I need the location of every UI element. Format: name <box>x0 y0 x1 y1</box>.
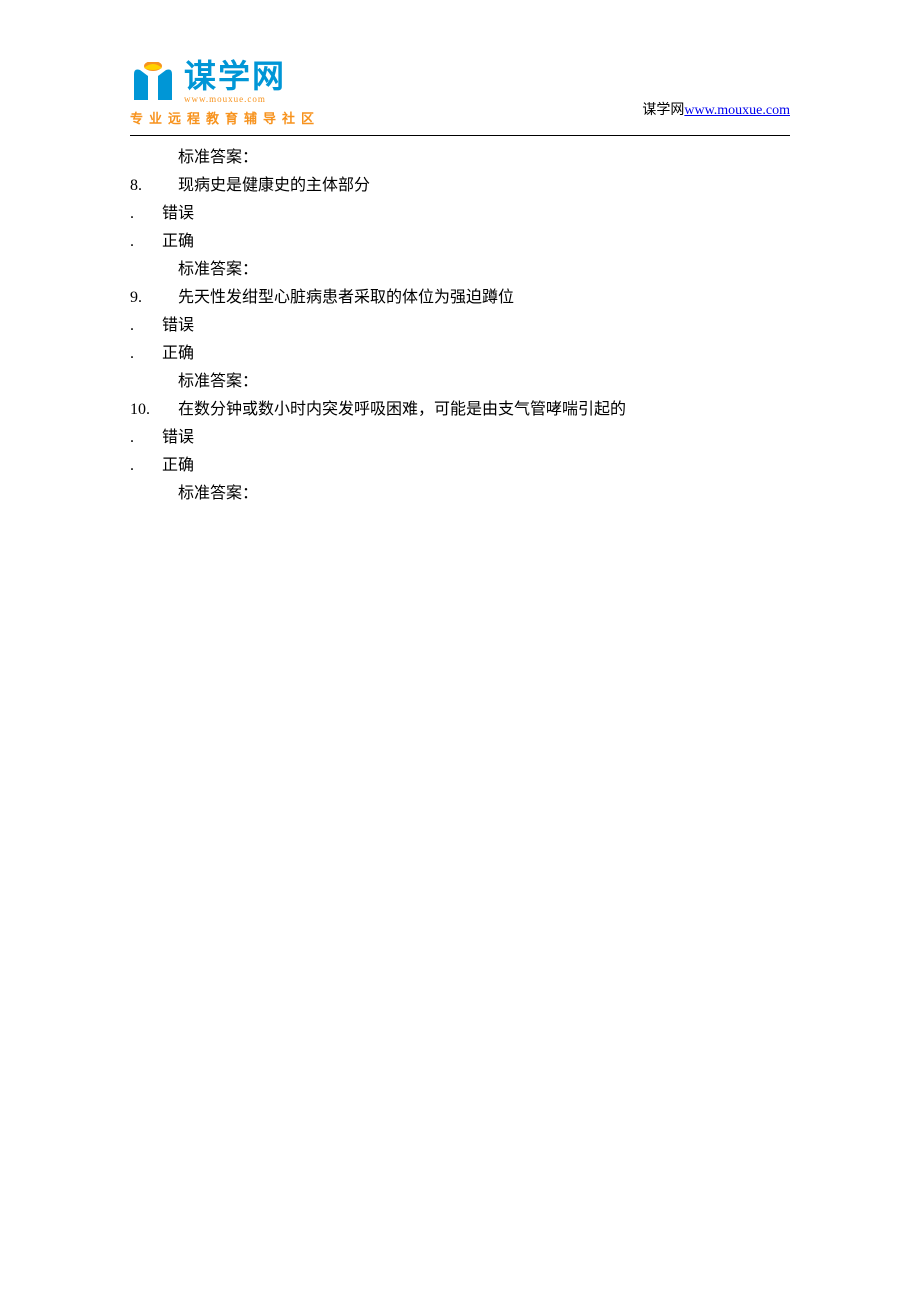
question-number: 9. <box>130 284 178 312</box>
option-dot: . <box>130 228 162 256</box>
option-dot: . <box>130 200 162 228</box>
option-wrong-text: 错误 <box>162 312 194 340</box>
option-dot: . <box>130 340 162 368</box>
option-correct-text: 正确 <box>162 452 194 480</box>
question-number: 8. <box>130 172 178 200</box>
option-dot: . <box>130 424 162 452</box>
header-site-link[interactable]: www.mouxue.com <box>684 103 790 118</box>
option-wrong: . 错误 <box>130 424 790 452</box>
answer-label: 标准答案： <box>130 144 790 172</box>
question-8: 8. 现病史是健康史的主体部分 <box>130 172 790 200</box>
option-dot: . <box>130 452 162 480</box>
answer-label: 标准答案： <box>130 480 790 508</box>
question-10: 10. 在数分钟或数小时内突发呼吸困难，可能是由支气管哮喘引起的 <box>130 396 790 424</box>
logo-main: 谋学网 www.mouxue.com <box>130 60 320 104</box>
logo-url-text: www.mouxue.com <box>184 94 286 104</box>
option-wrong: . 错误 <box>130 200 790 228</box>
option-correct-text: 正确 <box>162 228 194 256</box>
logo-container: 谋学网 www.mouxue.com 专业远程教育辅导社区 <box>130 60 320 127</box>
question-number: 10. <box>130 396 178 424</box>
header-right: 谋学网www.mouxue.com <box>642 99 790 127</box>
question-9: 9. 先天性发绀型心脏病患者采取的体位为强迫蹲位 <box>130 284 790 312</box>
question-text: 先天性发绀型心脏病患者采取的体位为强迫蹲位 <box>178 284 514 312</box>
page-header: 谋学网 www.mouxue.com 专业远程教育辅导社区 谋学网www.mou… <box>0 0 920 127</box>
question-text: 在数分钟或数小时内突发呼吸困难，可能是由支气管哮喘引起的 <box>178 396 626 424</box>
option-wrong-text: 错误 <box>162 200 194 228</box>
option-dot: . <box>130 312 162 340</box>
logo-text-block: 谋学网 www.mouxue.com <box>184 60 286 104</box>
option-correct: . 正确 <box>130 340 790 368</box>
answer-label: 标准答案： <box>130 256 790 284</box>
header-site-label: 谋学网 <box>642 103 684 118</box>
option-wrong-text: 错误 <box>162 424 194 452</box>
option-correct-text: 正确 <box>162 340 194 368</box>
document-content: 标准答案： 8. 现病史是健康史的主体部分 . 错误 . 正确 标准答案： 9.… <box>0 136 920 508</box>
logo-tagline: 专业远程教育辅导社区 <box>130 108 320 127</box>
question-text: 现病史是健康史的主体部分 <box>178 172 370 200</box>
logo-icon <box>130 62 176 102</box>
answer-label: 标准答案： <box>130 368 790 396</box>
option-correct: . 正确 <box>130 228 790 256</box>
option-wrong: . 错误 <box>130 312 790 340</box>
logo-brand-name: 谋学网 <box>184 60 286 92</box>
option-correct: . 正确 <box>130 452 790 480</box>
